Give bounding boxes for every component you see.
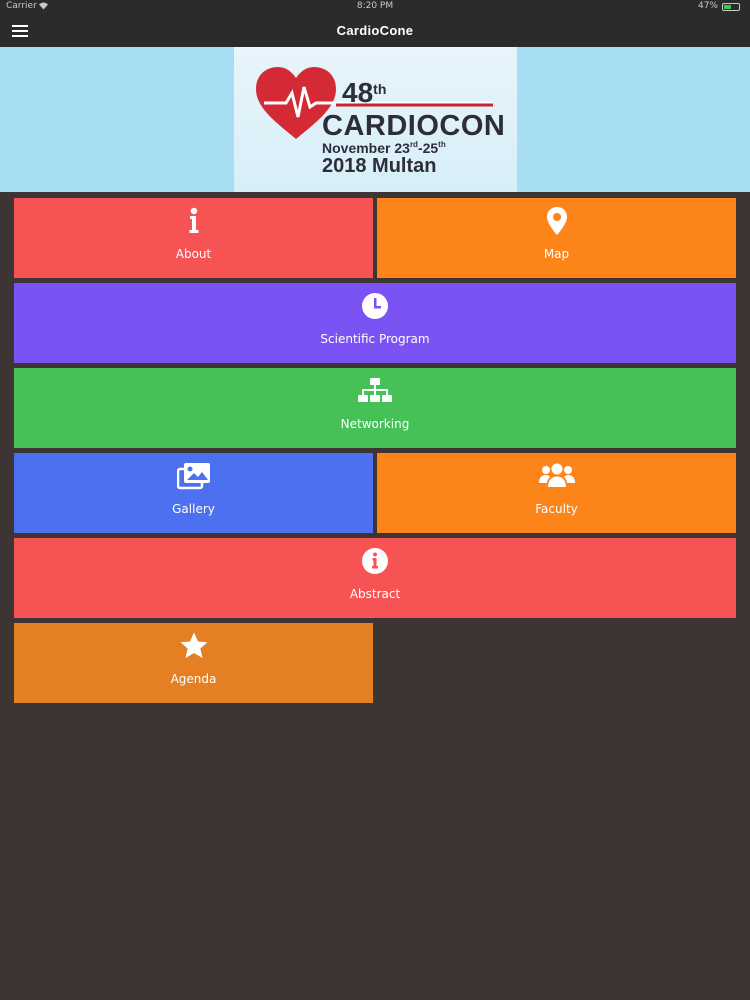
agenda-tile[interactable]: Agenda [14, 623, 373, 703]
gallery-tile[interactable]: Gallery [14, 453, 373, 533]
users-icon [538, 463, 575, 487]
event-banner: 48th CARDIOCON November 23rd-25th 2018 M… [0, 47, 750, 192]
map-marker-icon [546, 207, 567, 235]
page-title: CardioCone [336, 23, 414, 38]
tile-label: About [175, 247, 212, 261]
map-tile[interactable]: Map [377, 198, 736, 278]
about-tile[interactable]: About [14, 198, 373, 278]
abstract-tile[interactable]: Abstract [14, 538, 736, 618]
clock-icon [362, 293, 388, 319]
event-dates: November 23rd-25th [322, 140, 446, 156]
images-icon [176, 463, 210, 490]
tile-label: Faculty [535, 502, 578, 516]
networking-tile[interactable]: Networking [14, 368, 736, 448]
faculty-tile[interactable]: Faculty [377, 453, 736, 533]
star-icon [180, 632, 207, 658]
event-edition: 48th [342, 77, 387, 108]
event-location: 2018 Multan [322, 155, 437, 177]
event-name: CARDIOCON [322, 110, 506, 142]
tile-label: Abstract [349, 587, 401, 601]
status-time: 8:20 PM [356, 1, 394, 11]
battery-percent: 47% [697, 1, 718, 11]
battery-icon [722, 3, 740, 11]
info-icon [189, 207, 198, 233]
tile-label: Agenda [170, 672, 217, 686]
tile-label: Networking [340, 417, 410, 431]
tile-label: Map [543, 247, 570, 261]
tile-label: Scientific Program [320, 332, 430, 346]
scientific-program-tile[interactable]: Scientific Program [14, 283, 736, 363]
event-logo: 48th CARDIOCON November 23rd-25th 2018 M… [234, 47, 517, 192]
navigation-bar: CardioCone [0, 14, 750, 47]
tile-label: Gallery [172, 502, 215, 516]
sitemap-icon [358, 378, 392, 402]
info-circle-icon [362, 548, 388, 574]
status-bar: Carrier 8:20 PM 47% [0, 0, 750, 14]
